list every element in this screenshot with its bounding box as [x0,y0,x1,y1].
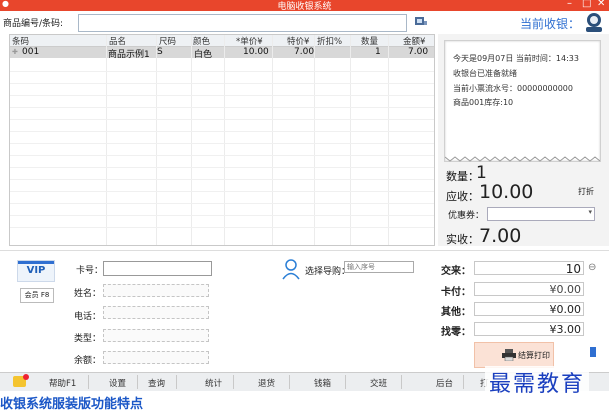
paid-label: 实收： [446,233,479,246]
toolbar-shift[interactable]: 交班 [370,377,387,389]
row-marker-icon: ✚ [12,48,18,56]
receipt-preview: 今天是09月07日 当前时间：14:33 收银台已准备就绪 当前小票流水号：00… [444,40,601,162]
card-input[interactable] [103,261,212,276]
toolbar-stats[interactable]: 统计 [205,377,222,389]
barcode-scan-icon[interactable] [414,15,428,27]
change-field: ¥3.00 [474,322,584,336]
type-field [103,329,209,342]
receipt-stock-line: 商品001库存:10 [453,98,514,107]
cell-price: 10.00 [243,47,269,57]
name-label: 姓名： [74,289,102,299]
guide-input[interactable] [344,261,414,273]
col-header-code: 条码 [12,37,30,47]
discount-button[interactable]: 打折 [578,186,594,197]
col-header-name: 品名 [109,37,127,47]
title-bar: 电脑收银系统 ● – □ ✕ [0,0,609,12]
checkout-print-button[interactable]: 结算打印 [474,342,554,368]
cell-special: 7.00 [294,47,315,57]
checkout-print-label: 结算打印 [518,351,550,360]
other-pay-label: 其他： [441,307,471,318]
side-handle-icon[interactable] [590,347,596,357]
vip-text: VIP [26,265,46,276]
product-table[interactable]: 条码 品名 尺码 颜色 *单价¥ 特价¥ 折扣% 数量 金额¥ ✚ 001 商品… [9,34,435,246]
due-value: 10.00 [479,181,534,203]
due-label: 应收： [446,190,479,203]
search-input[interactable] [78,14,407,32]
toolbar-query[interactable]: 查询 [148,377,165,389]
cell-size: S [157,47,163,57]
table-header: 条码 品名 尺码 颜色 *单价¥ 特价¥ 折扣% 数量 金额¥ [10,35,434,47]
col-header-special: 特价¥ [287,37,310,47]
toolbar-help[interactable]: 帮助F1 [49,377,76,389]
qty-value: 1 [476,163,487,183]
chevron-down-icon: ▾ [588,208,592,216]
page-caption: 收银系统服装版功能特点 [0,397,144,412]
close-button[interactable]: ✕ [597,0,605,9]
coupon-label: 优惠券： [448,211,485,221]
toolbar-settings[interactable]: 设置 [109,377,126,389]
cell-amount: 7.00 [408,47,429,57]
app-icon: ● [2,0,9,8]
card-label: 卡号： [76,266,104,276]
guide-person-icon [281,258,301,283]
change-label: 找零： [441,327,471,338]
toolbar-cashbox[interactable]: 钱箱 [314,377,331,389]
qty-label: 数量： [446,170,479,183]
col-header-size: 尺码 [159,37,177,47]
receipt-tear-edge [445,156,600,162]
current-cashier-label: 当前收银： [520,17,581,31]
toolbar-backend[interactable]: 后台 [436,377,453,389]
col-header-price: *单价¥ [236,37,263,47]
col-header-amount: 金额¥ [403,37,426,47]
phone-field [103,306,209,319]
search-label: 商品编号/条码: [3,19,64,29]
vip-card-icon: VIP [17,260,55,282]
member-button[interactable]: 会员 F8 [20,288,54,303]
col-header-color: 颜色 [193,37,211,47]
card-pay-field[interactable]: ¥0.00 [474,282,584,296]
cash-option-icon[interactable]: ⊖ [588,262,596,273]
other-pay-field[interactable]: ¥0.00 [474,302,584,316]
watermark-text: 最需教育 [485,366,590,398]
printer-icon [502,349,516,361]
col-header-discount: 折扣% [317,37,343,47]
card-pay-label: 卡付： [441,287,471,298]
receipt-date-line: 今天是09月07日 当前时间：14:33 [453,54,579,63]
cell-name: 商品示例1 [108,50,150,60]
type-label: 类型： [74,334,102,344]
phone-label: 电话： [74,312,102,322]
notification-dot [23,374,29,380]
coupon-select[interactable]: ▾ [487,207,595,221]
receipt-serial-line: 当前小票流水号：00000000000 [453,84,573,93]
window-title: 电脑收银系统 [277,2,332,12]
cash-label: 交来： [441,266,471,277]
toolbar-return[interactable]: 退货 [258,377,275,389]
minimize-button[interactable]: – [567,0,572,9]
paid-value: 7.00 [479,225,522,247]
cell-code: 001 [22,47,40,57]
col-header-qty: 数量 [361,37,379,47]
cell-color: 白色 [194,50,213,60]
cash-input[interactable]: 10 [474,261,584,276]
balance-field [103,351,209,364]
receipt-status-line: 收银台已准备就绪 [453,69,517,78]
balance-label: 余额： [74,356,102,366]
table-row[interactable]: ✚ 001 商品示例1 S 白色 10.00 7.00 1 7.00 [10,47,434,60]
cashier-avatar-icon[interactable] [584,11,604,33]
name-field [103,284,209,297]
maximize-button[interactable]: □ [582,0,591,9]
cell-qty: 1 [375,47,381,57]
